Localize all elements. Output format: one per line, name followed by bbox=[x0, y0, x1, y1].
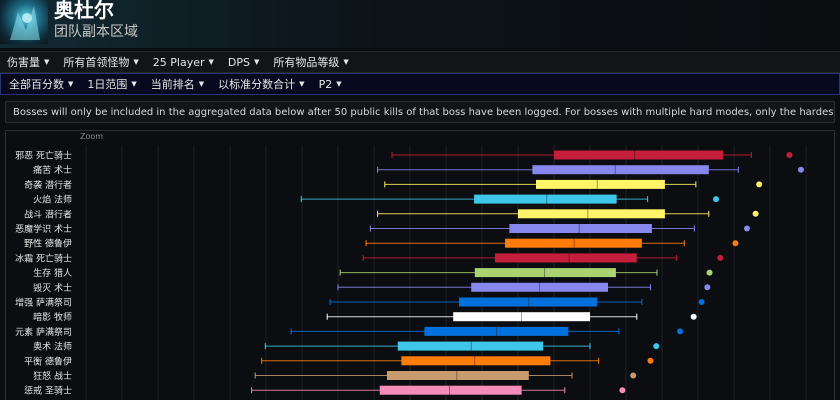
row-label: 增强 萨满祭司 bbox=[15, 297, 72, 309]
chevron-down-icon: ▼ bbox=[254, 58, 260, 66]
aggregation-dropdown-label: 以标准分数合计 bbox=[218, 78, 296, 91]
boss-dropdown-label: 所有首领怪物 bbox=[63, 56, 130, 69]
row-label: 生存 猎人 bbox=[33, 267, 72, 279]
outlier-point[interactable] bbox=[717, 254, 724, 261]
raid-size-dropdown-label: 25 Player bbox=[152, 55, 205, 69]
ranking-dropdown[interactable]: 当前排名 ▼ bbox=[151, 76, 204, 92]
row-label: 恶魔学识 术士 bbox=[15, 223, 72, 235]
outlier-point[interactable] bbox=[797, 166, 804, 173]
row-label: 邪恶 死亡骑士 bbox=[15, 150, 72, 162]
filter-bar-secondary: 全部百分数 ▼ 1日范围 ▼ 当前排名 ▼ 以标准分数合计 ▼ P2 ▼ bbox=[0, 73, 840, 95]
outlier-point[interactable] bbox=[743, 225, 750, 232]
row-label: 惩戒 圣骑士 bbox=[24, 385, 72, 397]
box-iqr[interactable] bbox=[518, 209, 665, 219]
outlier-point[interactable] bbox=[690, 313, 697, 320]
chevron-down-icon: ▼ bbox=[299, 80, 305, 88]
metric-dropdown-label: 伤害量 bbox=[7, 56, 40, 69]
outlier-point[interactable] bbox=[630, 372, 637, 379]
phase-dropdown-label: P2 bbox=[318, 77, 333, 91]
row-label: 野性 德鲁伊 bbox=[24, 238, 72, 250]
boss-dropdown[interactable]: 所有首领怪物 ▼ bbox=[63, 54, 138, 70]
raid-size-dropdown[interactable]: 25 Player ▼ bbox=[153, 56, 214, 69]
box-plot-svg: 邪恶 死亡骑士痛苦 术士奇袭 潜行者火焰 法师战斗 潜行者恶魔学识 术士野性 德… bbox=[15, 145, 807, 400]
aggregation-dropdown[interactable]: 以标准分数合计 ▼ bbox=[218, 76, 304, 92]
outlier-point[interactable] bbox=[647, 357, 654, 364]
ranking-dropdown-label: 当前排名 bbox=[150, 78, 195, 91]
zoom-label: Zoom bbox=[80, 132, 104, 141]
outlier-point[interactable] bbox=[732, 240, 739, 247]
box-plot-chart: 邪恶 死亡骑士痛苦 术士奇袭 潜行者火焰 法师战斗 潜行者恶魔学识 术士野性 德… bbox=[5, 130, 835, 400]
row-label: 火焰 法师 bbox=[33, 194, 72, 206]
outlier-point[interactable] bbox=[756, 181, 763, 188]
row-label: 暗影 牧师 bbox=[33, 311, 72, 323]
box-iqr[interactable] bbox=[386, 371, 529, 380]
row-label: 痛苦 术士 bbox=[33, 164, 72, 176]
box-iqr[interactable] bbox=[397, 341, 544, 351]
outlier-point[interactable] bbox=[752, 210, 759, 217]
chevron-down-icon: ▼ bbox=[336, 80, 342, 88]
chevron-down-icon: ▼ bbox=[343, 58, 349, 66]
box-iqr[interactable] bbox=[536, 179, 665, 189]
phase-dropdown[interactable]: P2 ▼ bbox=[319, 78, 342, 91]
chevron-down-icon: ▼ bbox=[198, 80, 205, 88]
box-iqr[interactable] bbox=[509, 224, 652, 233]
boss-portrait-icon bbox=[0, 0, 48, 44]
chevron-down-icon: ▼ bbox=[44, 58, 50, 66]
chevron-down-icon: ▼ bbox=[208, 58, 214, 66]
outlier-point[interactable] bbox=[713, 196, 719, 203]
outlier-point[interactable] bbox=[704, 284, 711, 291]
box-iqr[interactable] bbox=[379, 385, 522, 395]
row-label: 冰霜 死亡骑士 bbox=[15, 252, 72, 264]
role-dropdown-label: DPS bbox=[227, 55, 250, 69]
outlier-point[interactable] bbox=[619, 387, 626, 394]
box-iqr[interactable] bbox=[458, 297, 598, 307]
item-level-dropdown-label: 所有物品等级 bbox=[273, 56, 340, 69]
outlier-point[interactable] bbox=[706, 269, 713, 276]
box-iqr[interactable] bbox=[474, 268, 616, 278]
time-range-dropdown[interactable]: 1日范围 ▼ bbox=[87, 76, 136, 92]
row-label: 狂怒 战士 bbox=[33, 370, 72, 382]
row-label: 战斗 潜行者 bbox=[24, 208, 72, 220]
time-range-dropdown-label: 1日范围 bbox=[87, 78, 128, 91]
box-iqr[interactable] bbox=[554, 150, 724, 160]
row-label: 平衡 德鲁伊 bbox=[24, 355, 72, 367]
box-iqr[interactable] bbox=[401, 356, 551, 366]
zone-header: 奥杜尔 团队副本区域 bbox=[0, 0, 840, 48]
percentile-dropdown-label: 全部百分数 bbox=[9, 78, 64, 91]
zone-title: 奥杜尔 bbox=[54, 0, 114, 22]
chevron-down-icon: ▼ bbox=[131, 80, 137, 88]
chevron-down-icon: ▼ bbox=[68, 80, 74, 88]
item-level-dropdown[interactable]: 所有物品等级 ▼ bbox=[273, 54, 348, 70]
outlier-point[interactable] bbox=[677, 328, 683, 335]
filter-bar-primary: 伤害量 ▼ 所有首领怪物 ▼ 25 Player ▼ DPS ▼ 所有物品等级 ▼ bbox=[0, 51, 840, 73]
role-dropdown[interactable]: DPS ▼ bbox=[228, 56, 259, 69]
box-iqr[interactable] bbox=[494, 253, 637, 263]
box-iqr[interactable] bbox=[532, 165, 709, 175]
outlier-point[interactable] bbox=[653, 343, 660, 350]
row-label: 毁灭 术士 bbox=[33, 282, 72, 294]
info-notice: Bosses will only be included in the aggr… bbox=[5, 101, 835, 123]
row-label: 奥术 法师 bbox=[33, 341, 72, 353]
row-label: 元素 萨满祭司 bbox=[15, 326, 72, 338]
box-iqr[interactable] bbox=[474, 194, 617, 204]
outlier-point[interactable] bbox=[698, 299, 705, 305]
chevron-down-icon: ▼ bbox=[133, 58, 139, 66]
zone-subtitle: 团队副本区域 bbox=[54, 24, 138, 40]
metric-dropdown[interactable]: 伤害量 ▼ bbox=[7, 54, 49, 70]
percentile-dropdown[interactable]: 全部百分数 ▼ bbox=[9, 76, 73, 92]
row-label: 奇袭 潜行者 bbox=[24, 179, 72, 191]
box-iqr[interactable] bbox=[505, 238, 642, 248]
outlier-point[interactable] bbox=[786, 152, 793, 158]
